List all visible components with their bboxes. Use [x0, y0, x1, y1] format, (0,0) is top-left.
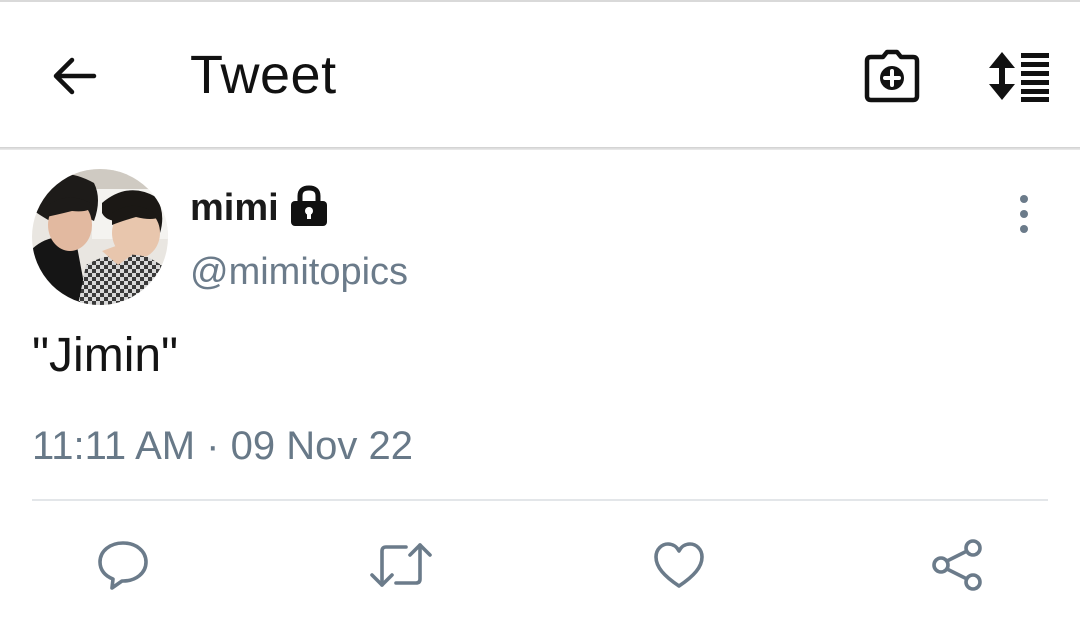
- content-divider: [32, 499, 1048, 501]
- reply-button[interactable]: [88, 530, 158, 600]
- author-handle[interactable]: @mimitopics: [190, 248, 408, 296]
- like-icon: [654, 542, 704, 588]
- share-icon: [932, 539, 982, 591]
- avatar[interactable]: [32, 169, 168, 305]
- retweet-icon: [370, 543, 432, 587]
- tweet-text: "Jimin": [32, 329, 179, 382]
- page-title: Tweet: [190, 45, 337, 105]
- sort-lines-icon: [989, 52, 1049, 102]
- lock-icon: [291, 185, 327, 226]
- more-options-button[interactable]: [1004, 192, 1044, 236]
- share-button[interactable]: [922, 530, 992, 600]
- more-vertical-icon: [1020, 195, 1028, 233]
- sort-button[interactable]: [980, 42, 1056, 110]
- profile-photo: [32, 169, 168, 305]
- author-name[interactable]: mimi: [190, 184, 279, 232]
- like-button[interactable]: [644, 530, 714, 600]
- camera-button[interactable]: [858, 42, 926, 110]
- reply-icon: [98, 541, 148, 590]
- camera-add-icon: [864, 49, 920, 103]
- header-divider: [0, 147, 1080, 150]
- back-arrow-icon: [53, 57, 97, 95]
- retweet-button[interactable]: [366, 530, 436, 600]
- tweet-timestamp: 11:11 AM · 09 Nov 22: [32, 424, 413, 468]
- app-header: Tweet: [0, 2, 1080, 147]
- back-button[interactable]: [44, 48, 104, 104]
